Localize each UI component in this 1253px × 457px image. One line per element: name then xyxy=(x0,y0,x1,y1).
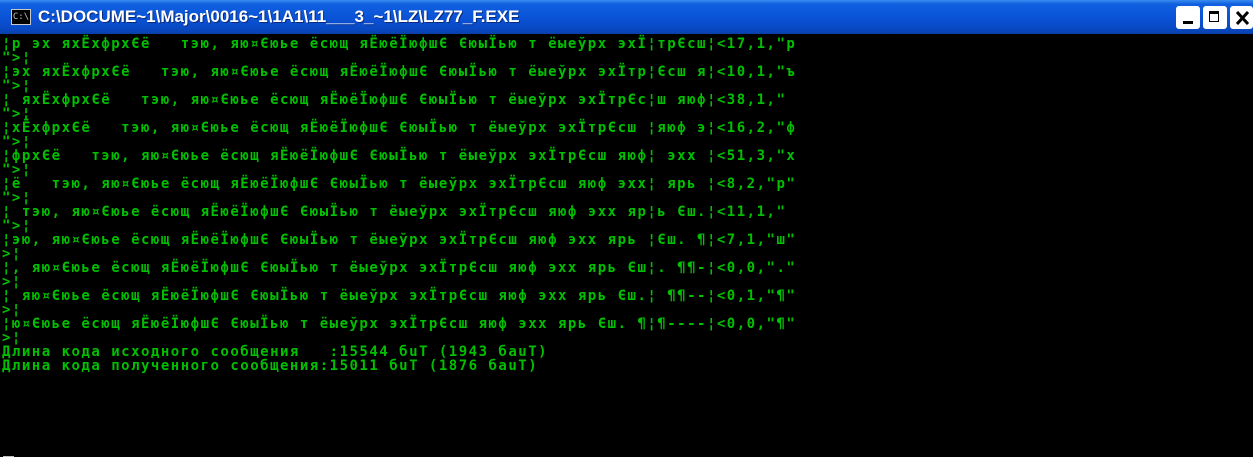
console-line: ¦эх яхЁхфрхЄё тэю, яю¤Єюье ёсющ яЁюёЇюфш… xyxy=(2,64,797,80)
console-line: ¦ю¤Єюье ёсющ яЁюёЇюфшЄ ЄюыЇью т ёыеўрх э… xyxy=(2,316,797,332)
window-title: C:\DOCUME~1\Major\0016~1\1A1\11___3_~1\L… xyxy=(38,7,520,26)
console-output[interactable]: ¦р эх яхЁхфрхЄё тэю, яю¤Єюье ёсющ яЁюёЇю… xyxy=(0,34,1253,457)
console-line: ¦, яю¤Єюье ёсющ яЁюёЇюфшЄ ЄюыЇью т ёыеўр… xyxy=(2,260,797,276)
console-line: ¦ё тэю, яю¤Єюье ёсющ яЁюёЇюфшЄ ЄюыЇью т … xyxy=(2,176,797,192)
console-window: C:\ C:\DOCUME~1\Major\0016~1\1A1\11___3_… xyxy=(0,0,1253,457)
console-line: ">¦ xyxy=(2,106,32,122)
console-line: ¦хЁхфрхЄё тэю, яю¤Єюье ёсющ яЁюёЇюфшЄ Єю… xyxy=(2,120,797,136)
maximize-button[interactable] xyxy=(1203,6,1227,29)
code-length-source-line: Длина кода исходного сообщения :15544 бu… xyxy=(2,344,549,360)
console-line: ">¦ xyxy=(2,190,32,206)
console-line: ¦р эх яхЁхфрхЄё тэю, яю¤Єюье ёсющ яЁюёЇю… xyxy=(2,36,797,52)
console-line: ">¦ xyxy=(2,50,32,66)
minimize-button[interactable] xyxy=(1176,6,1200,29)
console-line: ">¦ xyxy=(2,218,32,234)
console-line: ¦эю, яю¤Єюье ёсющ яЁюёЇюфшЄ ЄюыЇью т ёые… xyxy=(2,232,797,248)
console-line: ¦ тэю, яю¤Єюье ёсющ яЁюёЇюфшЄ ЄюыЇью т ё… xyxy=(2,204,797,220)
console-line: ¦ яхЁхфрхЄё тэю, яю¤Єюье ёсющ яЁюёЇюфшЄ … xyxy=(2,92,797,108)
console-line: >¦ xyxy=(2,330,22,346)
code-length-result-line: Длина кода полученного сообщения:15011 б… xyxy=(2,358,539,374)
console-line: ">¦ xyxy=(2,162,32,178)
close-icon xyxy=(1236,11,1249,25)
console-app-icon[interactable]: C:\ xyxy=(11,9,31,25)
console-line: >¦ xyxy=(2,274,22,290)
console-line: ">¦ xyxy=(2,78,32,94)
console-line: ">¦ xyxy=(2,134,32,150)
close-button[interactable] xyxy=(1230,6,1253,29)
title-bar[interactable]: C:\ C:\DOCUME~1\Major\0016~1\1A1\11___3_… xyxy=(0,0,1253,34)
console-line: ¦фрхЄё тэю, яю¤Єюье ёсющ яЁюёЇюфшЄ ЄюыЇь… xyxy=(2,148,797,164)
console-line: >¦ xyxy=(2,302,22,318)
console-line: >¦ xyxy=(2,246,22,262)
console-line: ¦ яю¤Єюье ёсющ яЁюёЇюфшЄ ЄюыЇью т ёыеўрх… xyxy=(2,288,797,304)
